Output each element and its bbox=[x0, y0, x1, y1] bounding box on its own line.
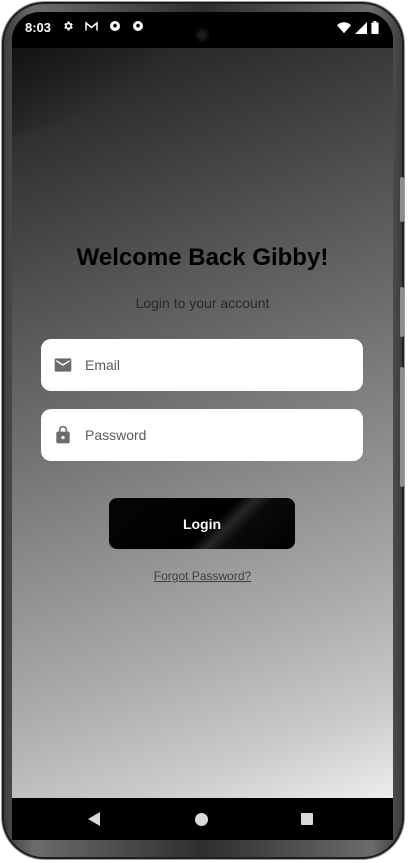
forgot-password-link[interactable]: Forgot Password? bbox=[12, 569, 393, 583]
gmail-icon bbox=[83, 21, 99, 35]
home-icon[interactable] bbox=[195, 813, 208, 826]
notification-icons bbox=[60, 20, 146, 35]
status-time: 8:03 bbox=[25, 20, 52, 35]
status-bar: 8:03 bbox=[12, 12, 393, 48]
password-input[interactable] bbox=[85, 409, 355, 461]
email-field-container[interactable] bbox=[41, 339, 363, 391]
back-icon[interactable] bbox=[88, 812, 100, 826]
lock-icon bbox=[53, 425, 73, 445]
side-button bbox=[400, 177, 404, 222]
login-button[interactable]: Login bbox=[109, 498, 295, 549]
soccer-ball-icon bbox=[107, 20, 123, 35]
battery-icon bbox=[371, 21, 379, 34]
volume-down-button bbox=[400, 367, 404, 487]
navigation-bar bbox=[12, 798, 393, 840]
front-camera bbox=[195, 28, 209, 42]
wifi-icon bbox=[337, 21, 351, 33]
soccer-ball-icon bbox=[130, 20, 146, 35]
recents-icon[interactable] bbox=[301, 813, 313, 825]
app-screen: 8:03 Welcome Back Gibby! Login to your a… bbox=[12, 12, 393, 840]
signal-icon bbox=[355, 21, 367, 34]
mail-icon bbox=[53, 355, 73, 375]
system-icons bbox=[337, 21, 379, 34]
page-title: Welcome Back Gibby! bbox=[76, 244, 329, 271]
page-subtitle: Login to your account bbox=[135, 295, 270, 311]
settings-icon bbox=[60, 20, 76, 35]
password-field-container[interactable] bbox=[41, 409, 363, 461]
email-input[interactable] bbox=[85, 339, 355, 391]
volume-up-button bbox=[400, 287, 404, 337]
